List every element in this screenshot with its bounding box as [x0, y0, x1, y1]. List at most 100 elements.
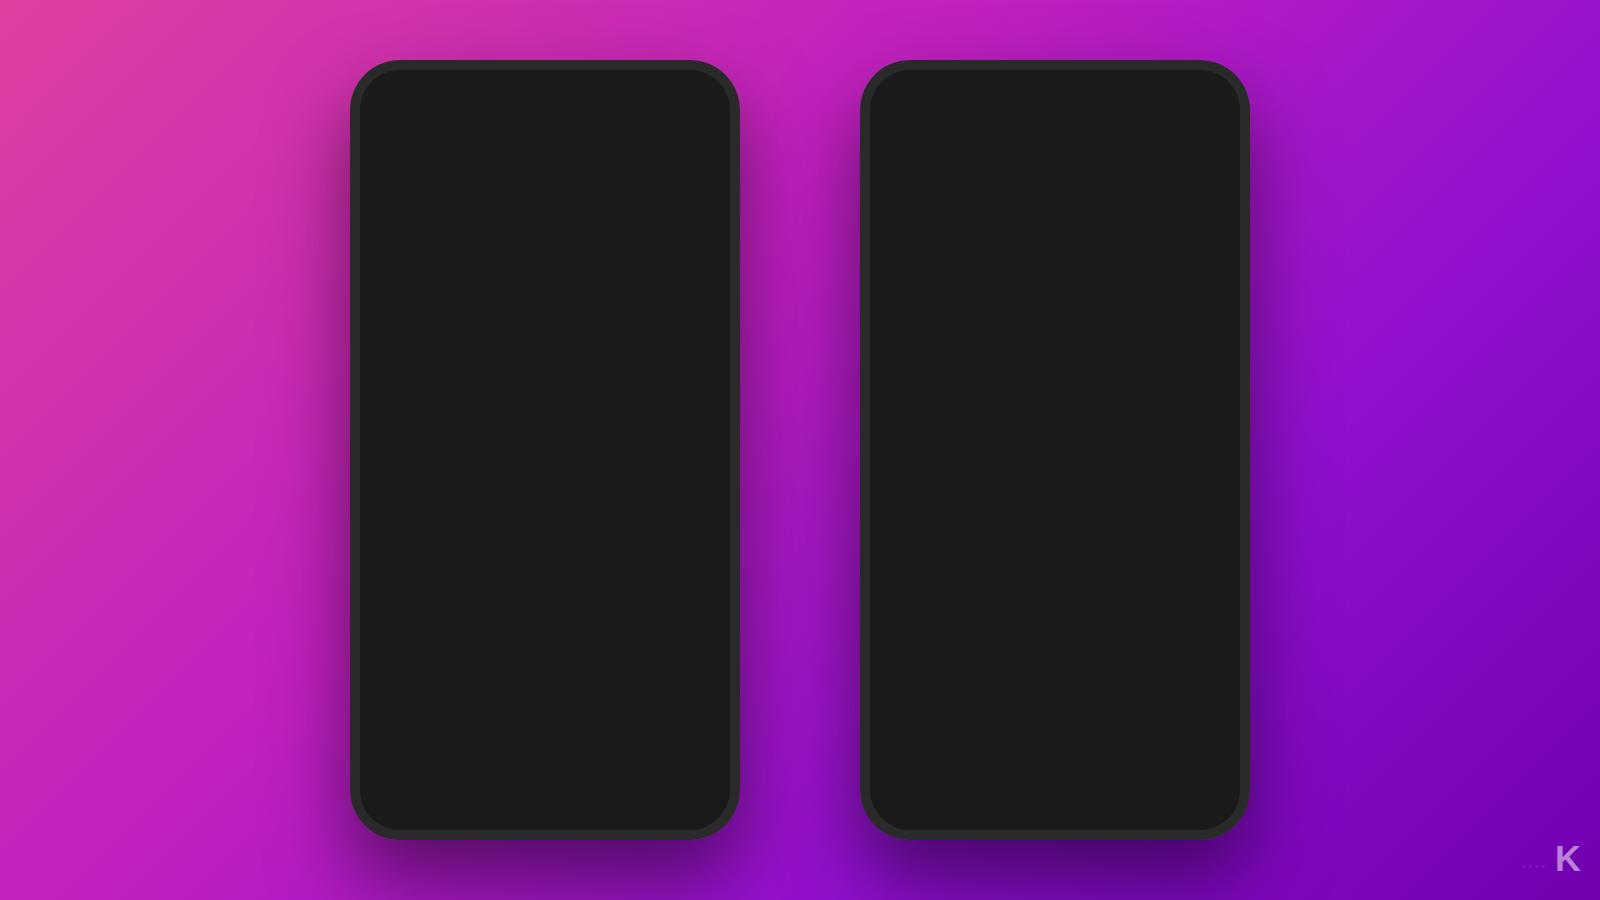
header-icons: 🔔: [639, 112, 710, 144]
comp-muscle-name: Muscle Mass: [908, 462, 996, 479]
comp-item-water: Body Water 129.9lb: [870, 539, 1240, 585]
phones-container: 9:41 ∿ InBody: [350, 60, 1250, 840]
battery-icon-dark: [1194, 85, 1216, 96]
dark-comp-header: Body composition Learn more: [870, 320, 1240, 371]
weight-label: Weight: [890, 203, 983, 219]
bmi-value-dark: 37.7: [1189, 287, 1220, 305]
dark-metrics-header: Weight 277.7 lb Fat mass 98.0 lb: [870, 187, 1240, 272]
logo-body: Body: [400, 115, 455, 140]
logo-in: In: [380, 115, 400, 140]
date-next-arrow[interactable]: ›: [709, 200, 714, 218]
comp-water-value: 129.9lb: [1171, 554, 1220, 571]
bar-marker-max: [667, 336, 677, 342]
weight-unit: lb: [972, 239, 983, 255]
muscle-bar-chart: [380, 453, 710, 485]
bar-cyan: [1006, 379, 1204, 387]
date-text: 09.21.2021 (Tue) 17:05 ▼: [453, 201, 637, 217]
section-obesity: Obesity Analysis: [360, 617, 730, 648]
fat-bar-chart: [380, 572, 710, 604]
phone-dark: 9:41 ∿ ‹ WEIGHT •: [860, 60, 1250, 840]
comp-bar-track: [890, 379, 1220, 387]
metric-fat-label: Body Fat Mass: [380, 510, 710, 528]
time-light: 9:41: [384, 82, 412, 98]
metric-weight-value: 277.1: [380, 298, 450, 330]
metric-weight-label: Weight: [380, 272, 710, 290]
watermark: ···· K: [1522, 838, 1580, 880]
metric-bmi: BMI 37.6 kg/m²: [360, 648, 730, 767]
comp-fat-name: Fat mass: [908, 416, 970, 433]
tab-ranking[interactable]: Ranking: [607, 152, 730, 189]
comp-title: Body composition: [890, 337, 1047, 358]
metric-bmi-unit: kg/m²: [437, 698, 472, 714]
comp-item-muscle: Muscle Mass 171.0lb: [870, 447, 1240, 493]
metric-muscle-label: Skeletal Muscle Mass: [380, 391, 710, 409]
prev-date: o, 5:05 PM: [890, 162, 953, 177]
metric-weight-unit: lb: [452, 310, 463, 326]
date-prev-arrow[interactable]: ‹: [376, 200, 381, 218]
fat-mass-label: Fat mass: [1145, 203, 1220, 219]
signal-icon-light: [646, 85, 664, 95]
weight-value: 277.7: [890, 223, 970, 260]
current-date: 6 days ago, 5:07 PM: [1101, 162, 1220, 177]
tab-bar-light: Results History Ranking: [360, 152, 730, 190]
back-button[interactable]: ‹: [890, 114, 898, 142]
learn-more-button[interactable]: Learn more: [1124, 334, 1220, 361]
fat-mass-unit: lb: [1209, 239, 1220, 255]
phone-light: 9:41 ∿ InBody: [350, 60, 740, 840]
phone-screen-dark: 9:41 ∿ ‹ WEIGHT •: [870, 70, 1240, 830]
comp-bone-value: 8.8lb: [1187, 508, 1220, 525]
bar-marker-min: [496, 340, 506, 346]
time-dark: 9:41: [894, 82, 922, 98]
metric-muscle: Skeletal Muscle Mass 98.5 lb: [360, 379, 730, 498]
dark-date-row: o, 5:05 PM 6 days ago, 5:07 PM: [870, 152, 1240, 187]
metric-fat-value: 105.6: [380, 536, 450, 568]
bmi-bar-grid: [380, 742, 710, 754]
comp-fat-value: 98.0lb: [1179, 416, 1220, 433]
status-bar-light: 9:41 ∿: [360, 70, 730, 104]
comp-muscle-value: 171.0lb: [1171, 462, 1220, 479]
app-header-light: InBody 🔔: [360, 104, 730, 144]
metric-muscle-value: 98.5: [380, 417, 435, 449]
metric-weight: Weight 277.1 lb: [360, 260, 730, 379]
barcode-icon[interactable]: [639, 112, 667, 144]
bell-icon[interactable]: 🔔: [683, 112, 710, 144]
bmi-label-dark: BMI: [890, 287, 918, 305]
nav-title: WEIGHT: [1010, 118, 1084, 138]
phone-screen-light: 9:41 ∿ InBody: [360, 70, 730, 830]
tab-history[interactable]: History: [483, 152, 606, 189]
comp-water-name: Body Water: [908, 554, 986, 571]
bar-dot: [1206, 376, 1220, 390]
bar-orange: [890, 379, 1006, 387]
comp-bone-left: Bone Mass: [890, 508, 983, 525]
comp-item-fat: Fat mass 98.0lb: [870, 401, 1240, 447]
status-icons-dark: ∿: [1156, 83, 1216, 97]
date-dot: [625, 203, 637, 215]
comp-fat-left: Fat mass: [890, 416, 970, 433]
fat-dot: [890, 421, 898, 429]
battery-icon-light: [684, 85, 706, 96]
metric-fat: Body Fat Mass 105.6 lb: [360, 498, 730, 617]
status-bar-dark: 9:41 ∿: [870, 70, 1240, 104]
metric-bmi-value: 37.6: [380, 686, 435, 718]
comp-bar-row: [870, 371, 1240, 401]
wifi-icon-light: ∿: [669, 83, 679, 97]
metric-muscle-unit: lb: [437, 429, 448, 445]
muscle-bar-grid: [380, 473, 710, 485]
tab-results[interactable]: Results: [360, 152, 483, 189]
more-button[interactable]: •••: [1195, 118, 1220, 139]
weight-bar-chart: [380, 334, 710, 366]
weight-col: Weight 277.7 lb: [890, 203, 983, 260]
metric-fat-unit: lb: [452, 548, 463, 564]
weight-bar-grid: [380, 354, 710, 366]
water-dot: [890, 559, 898, 567]
wifi-icon-dark: ∿: [1179, 83, 1189, 97]
muscle-dot: [890, 467, 898, 475]
comp-muscle-left: Muscle Mass: [890, 462, 996, 479]
bone-dot: [890, 513, 898, 521]
fat-bar-grid: [380, 592, 710, 604]
date-nav: ‹ 09.21.2021 (Tue) 17:05 ▼ ›: [360, 190, 730, 229]
metric-bmi-label: BMI: [380, 660, 710, 678]
bmi-row-dark: BMI 37.7: [870, 273, 1240, 319]
section-muscle-fat: Muscle-Fat Analysis: [360, 229, 730, 260]
comp-bone-name: Bone Mass: [908, 508, 983, 525]
